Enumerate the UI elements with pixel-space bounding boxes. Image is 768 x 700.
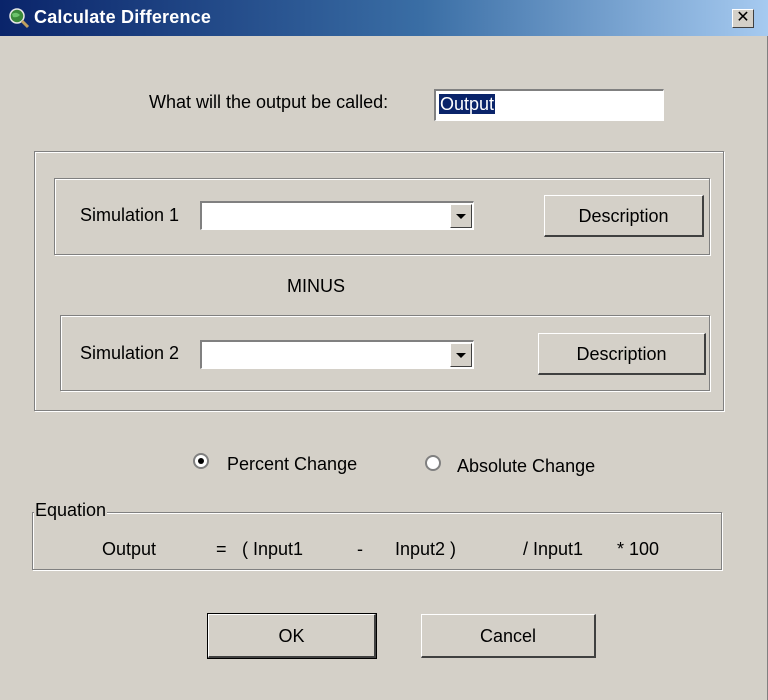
output-name-input[interactable]: Output bbox=[434, 89, 664, 121]
percent-change-radio[interactable] bbox=[193, 453, 209, 469]
equation-input1-term: ( Input1 bbox=[242, 539, 304, 559]
equation-input2-term: Input2 ) bbox=[395, 539, 457, 559]
simulation-2-select[interactable] bbox=[200, 340, 474, 369]
window-title: Calculate Difference bbox=[34, 7, 212, 27]
equation-legend: Equation bbox=[34, 500, 108, 521]
equation-multiply-term: * 100 bbox=[617, 539, 660, 559]
absolute-change-radio[interactable] bbox=[425, 455, 441, 471]
percent-change-label[interactable]: Percent Change bbox=[227, 454, 357, 475]
close-icon: ✕ bbox=[736, 9, 750, 26]
close-button[interactable]: ✕ bbox=[732, 9, 754, 28]
equation-equals: = bbox=[216, 539, 227, 559]
equation-output-term: Output bbox=[102, 539, 157, 559]
ok-button[interactable]: OK bbox=[207, 613, 377, 659]
simulation-2-description-button[interactable]: Description bbox=[538, 333, 706, 375]
simulation-1-description-button[interactable]: Description bbox=[544, 195, 704, 237]
absolute-change-label[interactable]: Absolute Change bbox=[457, 456, 595, 477]
output-name-value: Output bbox=[439, 94, 496, 114]
cancel-button[interactable]: Cancel bbox=[421, 614, 596, 658]
simulation-1-select[interactable] bbox=[200, 201, 474, 230]
radio-selected-dot bbox=[198, 458, 204, 464]
simulation-1-label: Simulation 1 bbox=[80, 205, 180, 225]
globe-magnifier-icon bbox=[8, 7, 30, 29]
minus-operator-label: MINUS bbox=[287, 276, 345, 296]
chevron-down-icon[interactable] bbox=[450, 343, 472, 367]
equation-minus: - bbox=[357, 539, 363, 559]
chevron-down-icon[interactable] bbox=[450, 204, 472, 228]
output-name-label: What will the output be called: bbox=[149, 92, 389, 112]
equation-divide-term: / Input1 bbox=[523, 539, 584, 559]
calculate-difference-dialog: Calculate Difference ✕ What will the out… bbox=[0, 0, 768, 700]
title-bar[interactable]: Calculate Difference ✕ bbox=[0, 0, 768, 36]
simulation-2-label: Simulation 2 bbox=[80, 343, 180, 363]
